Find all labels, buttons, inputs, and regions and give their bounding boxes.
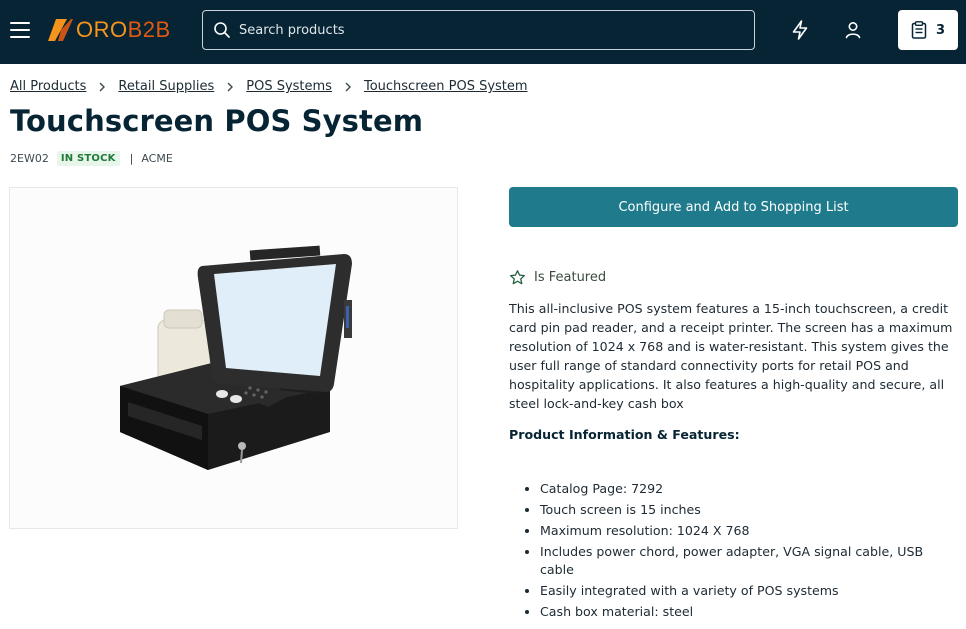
chevron-right-icon bbox=[86, 82, 118, 92]
features-list: Catalog Page: 7292 Touch screen is 15 in… bbox=[525, 480, 940, 624]
shopping-list-button[interactable]: 3 bbox=[898, 10, 958, 50]
breadcrumb-all-products[interactable]: All Products bbox=[10, 79, 86, 94]
top-header: OROB2B 3 bbox=[0, 0, 966, 64]
meta-divider: | bbox=[129, 152, 134, 165]
product-description: This all-inclusive POS system features a… bbox=[509, 301, 953, 411]
breadcrumb-pos-systems[interactable]: POS Systems bbox=[246, 79, 332, 94]
pos-system-illustration bbox=[120, 245, 352, 470]
featured-indicator: Is Featured bbox=[509, 269, 606, 286]
chevron-right-icon bbox=[332, 82, 364, 92]
menu-icon[interactable] bbox=[10, 22, 30, 38]
list-item: Catalog Page: 7292 bbox=[525, 480, 940, 498]
configure-add-to-shopping-list-button[interactable]: Configure and Add to Shopping List bbox=[509, 187, 958, 227]
product-brand: ACME bbox=[141, 152, 173, 165]
breadcrumb: All Products Retail Supplies POS Systems… bbox=[10, 79, 528, 94]
features-heading: Product Information & Features: bbox=[509, 427, 740, 442]
logo-text: OROB2B bbox=[76, 17, 171, 42]
product-sku: 2EW02 bbox=[10, 152, 49, 165]
search-input[interactable] bbox=[239, 22, 719, 38]
list-item: Cash box material: steel bbox=[525, 603, 940, 621]
breadcrumb-retail-supplies[interactable]: Retail Supplies bbox=[118, 79, 214, 94]
lightning-icon[interactable] bbox=[789, 19, 811, 41]
chevron-right-icon bbox=[214, 82, 246, 92]
clipboard-icon bbox=[911, 21, 927, 39]
product-meta: 2EW02 IN STOCK | ACME bbox=[10, 151, 173, 166]
shopping-list-count: 3 bbox=[935, 22, 946, 38]
logo[interactable]: OROB2B bbox=[46, 15, 171, 45]
star-icon bbox=[510, 270, 525, 285]
list-item: Easily integrated with a variety of POS … bbox=[525, 582, 940, 600]
user-icon[interactable] bbox=[842, 19, 864, 41]
search-icon bbox=[214, 22, 230, 38]
list-item: Includes power chord, power adapter, VGA… bbox=[525, 543, 940, 579]
logo-mark-icon bbox=[48, 19, 73, 41]
status-badge: IN STOCK bbox=[56, 151, 120, 166]
featured-label: Is Featured bbox=[534, 270, 607, 285]
product-image[interactable] bbox=[9, 187, 458, 529]
list-item: Maximum resolution: 1024 X 768 bbox=[525, 522, 940, 540]
page-title: Touchscreen POS System bbox=[10, 104, 424, 138]
list-item: Touch screen is 15 inches bbox=[525, 501, 940, 519]
breadcrumb-current-product[interactable]: Touchscreen POS System bbox=[364, 79, 528, 94]
search-box[interactable] bbox=[202, 10, 755, 50]
